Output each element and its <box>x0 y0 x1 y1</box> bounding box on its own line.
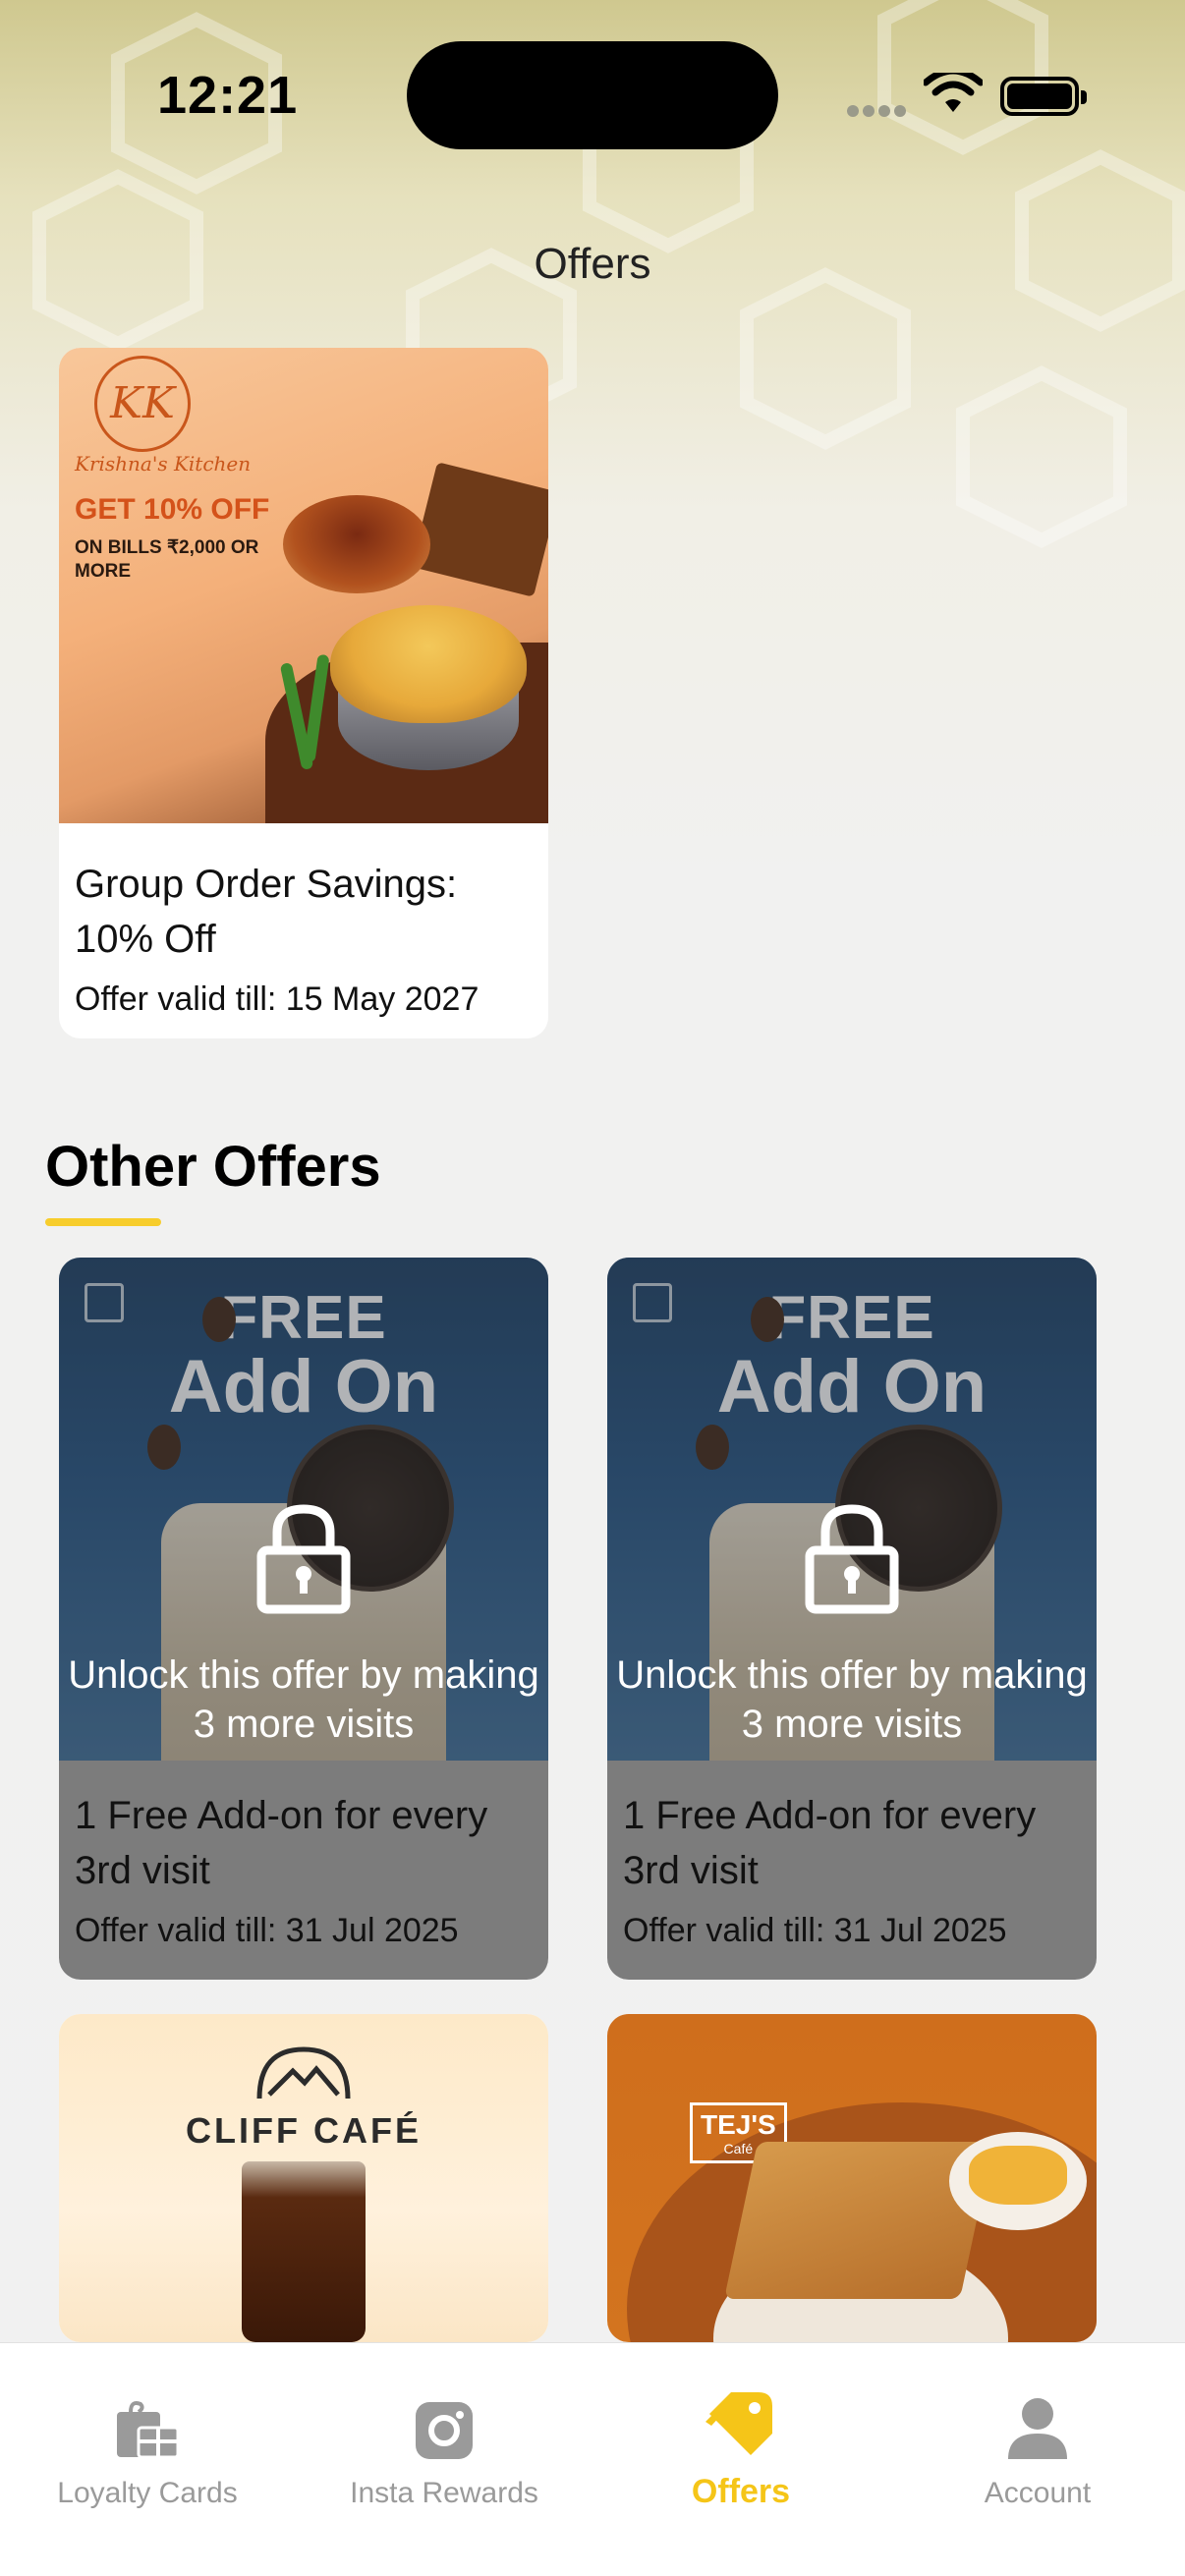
offer-validity: Offer valid till: 15 May 2027 <box>75 980 480 1018</box>
offer-title: Group Order Savings: 10% Off <box>75 863 458 961</box>
tag-icon <box>705 2392 772 2455</box>
offer-card-tejs-cafe[interactable]: TEJ'S Café <box>607 2014 1097 2342</box>
wifi-icon <box>924 73 983 112</box>
lock-icon <box>256 1504 351 1614</box>
offer-title: 1 Free Add-on for every 3rd visit <box>623 1794 1037 1892</box>
krishnas-kitchen-logo: KK <box>94 356 191 452</box>
featured-offer-card[interactable]: KK Krishna's Kitchen GET 10% OFF ON BILL… <box>59 348 548 1038</box>
nav-label: Loyalty Cards <box>57 2477 238 2509</box>
battery-icon <box>1000 77 1087 116</box>
nav-label: Offers <box>691 2473 791 2510</box>
banner-subtext: ON BILLS ₹2,000 OR MORE <box>75 537 259 582</box>
offer-banner-image: KK Krishna's Kitchen GET 10% OFF ON BILL… <box>59 348 548 823</box>
offer-banner-image: FREE Add On Unlock this offer by making … <box>59 1258 548 1761</box>
chips-illustration <box>969 2146 1067 2205</box>
offer-title: 1 Free Add-on for every 3rd visit <box>75 1794 488 1892</box>
biryani-illustration <box>330 605 527 723</box>
mountain-logo-icon <box>256 2046 351 2100</box>
curry-bowl-illustration <box>283 495 430 593</box>
nav-item-loyalty-cards[interactable]: Loyalty Cards <box>0 2382 295 2510</box>
section-underline <box>45 1218 161 1226</box>
brand-name: Krishna's Kitchen <box>75 452 252 476</box>
locked-offer-card[interactable]: FREE Add On Unlock this offer by making … <box>607 1258 1097 1980</box>
user-icon <box>1008 2398 1067 2459</box>
nav-item-offers[interactable]: Offers <box>593 2382 888 2511</box>
nav-item-insta-rewards[interactable]: Insta Rewards <box>297 2382 592 2510</box>
instagram-icon <box>416 2402 473 2459</box>
cellular-signal-icon <box>847 104 910 122</box>
nav-label: Insta Rewards <box>350 2477 538 2509</box>
offer-card-cliff-cafe[interactable]: CLIFF CAFÉ <box>59 2014 548 2342</box>
unlock-message: Unlock this offer by making 3 more visit… <box>616 1653 1088 1746</box>
iced-coffee-illustration <box>242 2161 366 2342</box>
locked-offer-card[interactable]: FREE Add On Unlock this offer by making … <box>59 1258 548 1980</box>
lock-icon <box>805 1504 899 1614</box>
unlock-message: Unlock this offer by making 3 more visit… <box>68 1653 539 1746</box>
banner-headline: GET 10% OFF <box>75 493 270 526</box>
offer-banner-image: CLIFF CAFÉ <box>59 2014 548 2342</box>
brand-name: TEJ'S <box>701 2109 776 2140</box>
offer-validity: Offer valid till: 31 Jul 2025 <box>623 1912 1007 1949</box>
gift-card-icon <box>117 2401 180 2459</box>
brand-name: CLIFF CAFÉ <box>186 2110 422 2151</box>
dynamic-island <box>407 41 778 149</box>
bottom-navigation: Loyalty Cards Insta Rewards Offers Accou… <box>0 2342 1185 2576</box>
spice-box-illustration <box>411 462 548 597</box>
offer-banner-image: FREE Add On Unlock this offer by making … <box>607 1258 1097 1761</box>
offer-validity: Offer valid till: 31 Jul 2025 <box>75 1912 459 1949</box>
page-title: Offers <box>534 240 651 288</box>
nav-label: Account <box>984 2477 1092 2509</box>
offer-banner-image: TEJ'S Café <box>607 2014 1097 2342</box>
status-bar: 12:21 <box>0 0 1185 187</box>
nav-item-account[interactable]: Account <box>890 2382 1185 2510</box>
status-time: 12:21 <box>157 66 299 125</box>
section-title-other-offers: Other Offers <box>45 1135 381 1199</box>
